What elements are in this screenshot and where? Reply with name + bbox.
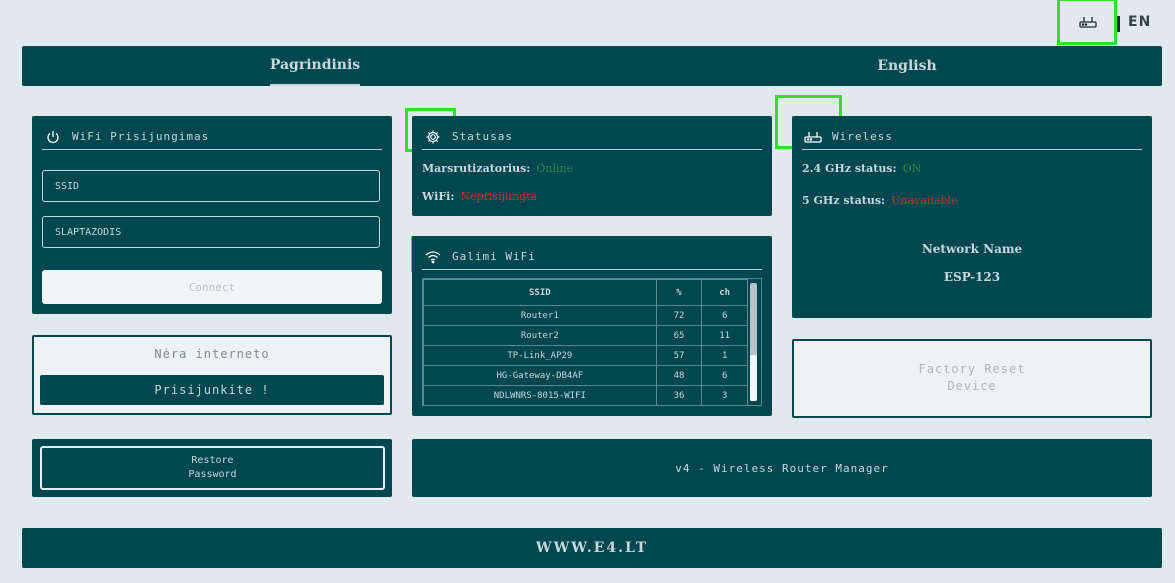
band5-status-line: 5 GHz status: Unavailable [802,194,957,207]
table-row[interactable]: Router2 65 11 [423,325,748,346]
language-switch[interactable]: EN [1128,14,1168,34]
signal-cell: 65 [655,325,703,346]
wifi-connect-card: WiFi Prisijungimas SSID SLAPTAZODIS Conn… [32,116,392,314]
header-divider [1117,16,1120,32]
restore-password-button[interactable]: Restore Password [40,446,385,490]
factory-reset-card: Factory Reset Device [792,339,1152,418]
wifi-status-value: Neprisijungta [460,190,538,203]
internet-status-text: Nėra interneto [154,347,270,361]
restore-password-card: Restore Password [32,439,392,497]
card-header: Galimi WiFi [422,244,762,270]
router-icon-button[interactable] [1058,0,1117,44]
column-header: ch [701,279,748,306]
button-label-line1: Restore [191,455,234,466]
button-label-line2: Password [188,469,237,480]
table-row[interactable]: HG-Gateway-DB4AF 48 6 [423,365,748,386]
wireless-card: Wireless 2.4 GHz status: ON 5 GHz status:… [792,116,1152,318]
router-icon [1078,17,1097,28]
ssid-cell: NDLWNRS-8015-WIFI [423,385,657,405]
internet-card: Nėra interneto Prisijunkite ! [32,335,392,415]
tab-home[interactable]: Pagrindinis [270,46,360,86]
button-label-line2: Device [947,379,997,393]
table-row[interactable]: Router1 72 6 [423,305,748,326]
card-header: WiFi Prisijungimas [42,124,382,150]
internet-connect-button[interactable]: Prisijunkite ! [40,375,384,405]
networks-table-container[interactable]: SSID % ch Router1 72 6 Router2 65 11 TP-Link… [422,278,762,406]
card-title: WiFi Prisijungimas [72,130,210,143]
signal-cell: 48 [655,365,703,386]
band24-value: ON [902,162,922,175]
channel-cell: 6 [701,365,748,386]
tab-english[interactable]: English [852,46,962,86]
channel-cell: 6 [701,305,748,326]
ssid-cell: TP-Link_AP29 [423,345,657,366]
scrollbar-thumb[interactable] [750,355,757,401]
table-header-row: SSID % ch [423,279,748,306]
ssid-input[interactable]: SSID [42,170,380,202]
column-header: % [655,279,703,306]
table-row[interactable]: TP-Link_AP29 57 1 [423,345,748,366]
ssid-cell: Router1 [423,305,657,326]
signal-cell: 36 [655,385,703,405]
ssid-cell: Router2 [423,325,657,346]
power-icon[interactable] [42,126,64,148]
channel-cell: 1 [701,345,748,366]
card-header: Statusas [422,124,762,150]
gear-icon[interactable] [422,126,444,148]
wifi-status-line: WiFi: Neprisijungta [422,190,537,203]
network-name-value: ESP-123 [943,270,1001,284]
signal-cell: 72 [655,305,703,326]
channel-cell: 11 [701,325,748,346]
channel-cell: 3 [701,385,748,405]
ssid-cell: HG-Gateway-DB4AF [423,365,657,386]
card-header: Wireless [802,124,1142,150]
router-status-label: Marsrutizatorius: [422,162,531,175]
network-name-label: Network Name [921,242,1023,256]
band5-label: 5 GHz status: [802,194,886,207]
card-title: Statusas [452,130,513,143]
card-title: Galimi WiFi [452,250,536,263]
router-icon[interactable] [802,126,824,148]
wifi-icon[interactable] [422,246,444,268]
app-banner: v4 - Wireless Router Manager [412,439,1152,497]
scrollbar-track[interactable] [750,283,757,401]
wifi-status-label: WiFi: [422,190,455,203]
signal-cell: 57 [655,345,703,366]
band5-value: Unavailable [891,194,958,207]
password-input[interactable]: SLAPTAZODIS [42,216,380,248]
router-status-value: Online [536,162,574,175]
connect-button[interactable]: Connect [42,270,382,304]
networks-table: SSID % ch Router1 72 6 Router2 65 11 TP-Link… [423,279,748,405]
available-wifi-card: Galimi WiFi SSID % ch Router1 72 6 Router2… [412,236,772,416]
factory-reset-button[interactable]: Factory Reset Device [794,361,1150,395]
status-card: Statusas Marsrutizatorius: Online WiFi: Ne… [412,116,772,216]
card-title: Wireless [832,130,893,143]
router-status-line: Marsrutizatorius: Online [422,162,573,175]
band24-label: 2.4 GHz status: [802,162,897,175]
nav-bar: Pagrindinis English [22,46,1162,86]
footer-link[interactable]: WWW.E4.LT [22,528,1162,568]
table-row[interactable]: NDLWNRS-8015-WIFI 36 3 [423,385,748,405]
button-label-line1: Factory Reset [918,362,1026,376]
band24-status-line: 2.4 GHz status: ON [802,162,921,175]
column-header: SSID [423,279,657,306]
